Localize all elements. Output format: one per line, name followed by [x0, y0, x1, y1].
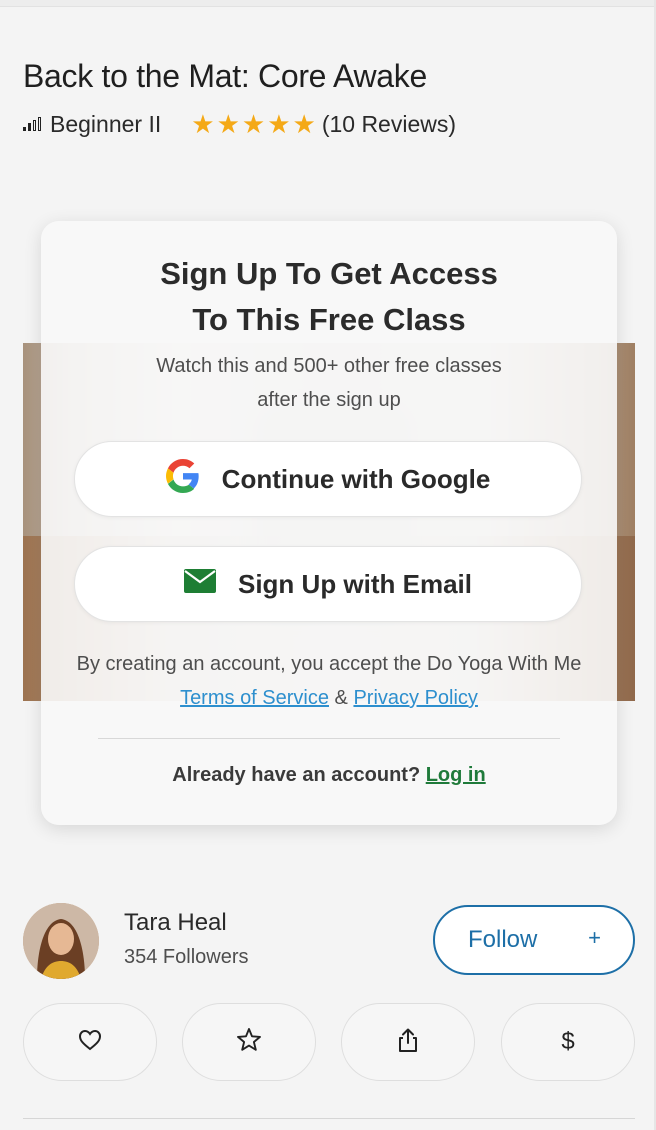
class-meta: Beginner II ★ ★ ★ ★ ★ (10 Reviews): [23, 108, 456, 140]
star-icon: ★: [292, 109, 316, 139]
follow-button[interactable]: Follow +: [433, 905, 635, 975]
signup-modal: Sign Up To Get Access To This Free Class…: [41, 221, 617, 825]
bookmark-button[interactable]: [182, 1003, 316, 1081]
plus-icon: +: [588, 925, 601, 950]
star-icon: ★: [191, 109, 215, 139]
login-prompt-text: Already have an account?: [172, 764, 426, 786]
google-icon: [165, 458, 200, 500]
top-border: [0, 0, 656, 7]
rating-stars: ★ ★ ★ ★ ★: [191, 111, 316, 137]
follow-label: Follow: [468, 926, 538, 953]
terms-of-service-link[interactable]: Terms of Service: [180, 687, 329, 709]
heart-icon: [78, 1029, 102, 1056]
followers-count: 354 Followers: [124, 946, 249, 968]
star-icon: ★: [241, 109, 266, 139]
login-link[interactable]: Log in: [426, 764, 486, 786]
instructor-name[interactable]: Tara Heal: [124, 909, 227, 937]
dollar-icon: $: [561, 1028, 575, 1055]
envelope-icon: [183, 568, 216, 600]
legal-amp: &: [329, 687, 354, 709]
reviews-count[interactable]: (10 Reviews): [322, 111, 456, 138]
legal-text: By creating an account, you accept the D…: [61, 647, 597, 715]
continue-with-google-button[interactable]: Continue with Google: [74, 441, 582, 517]
favorite-button[interactable]: [23, 1003, 157, 1081]
star-icon: ★: [216, 109, 240, 139]
instructor-avatar[interactable]: [23, 903, 99, 979]
modal-divider: [98, 738, 560, 739]
level-label: Beginner II: [50, 110, 162, 137]
bottom-divider: [23, 1118, 635, 1119]
login-prompt: Already have an account? Log in: [41, 764, 617, 787]
class-title: Back to the Mat: Core Awake: [23, 58, 427, 94]
star-icon: ★: [267, 109, 291, 139]
level-bars-icon: [23, 117, 41, 131]
modal-heading: Sign Up To Get Access To This Free Class: [160, 256, 498, 337]
legal-prefix: By creating an account, you accept the D…: [76, 653, 582, 675]
star-outline-icon: [236, 1027, 262, 1057]
share-icon: [397, 1027, 419, 1058]
share-button[interactable]: [341, 1003, 475, 1081]
donate-button[interactable]: $: [501, 1003, 635, 1081]
privacy-policy-link[interactable]: Privacy Policy: [353, 687, 477, 709]
modal-subtext: Watch this and 500+ other free classes a…: [156, 355, 502, 411]
signup-with-email-button[interactable]: Sign Up with Email: [74, 546, 582, 622]
google-button-label: Continue with Google: [221, 463, 491, 494]
email-button-label: Sign Up with Email: [237, 568, 472, 599]
